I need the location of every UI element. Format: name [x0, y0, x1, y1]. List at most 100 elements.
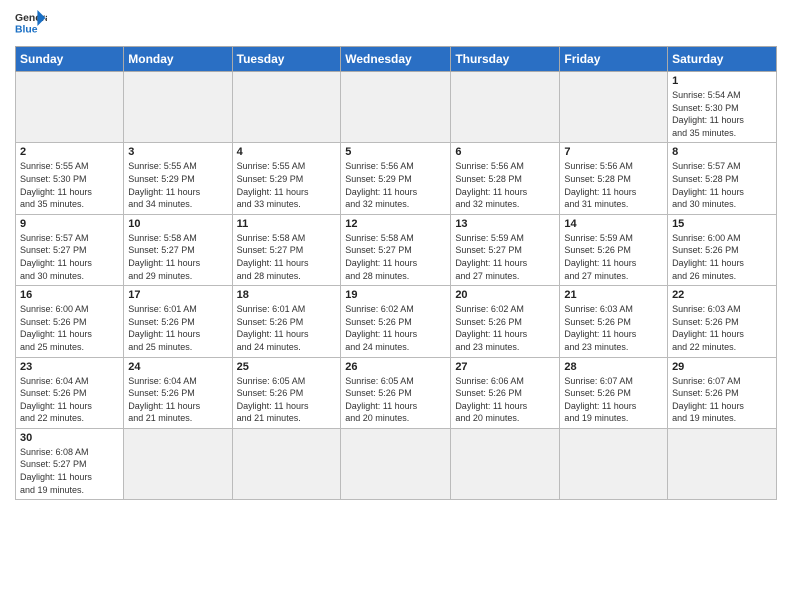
calendar-cell: 30 Sunrise: 6:08 AMSunset: 5:27 PMDayligh… [16, 428, 124, 499]
day-info: Sunrise: 6:01 AMSunset: 5:26 PMDaylight:… [237, 303, 337, 353]
day-number: 18 [237, 289, 337, 301]
day-number: 4 [237, 146, 337, 158]
calendar-table: SundayMondayTuesdayWednesdayThursdayFrid… [15, 46, 777, 500]
calendar-cell: 21Sunrise: 6:03 AMSunset: 5:26 PMDayligh… [560, 286, 668, 357]
calendar-cell: 5 Sunrise: 5:56 AMSunset: 5:29 PMDaylight… [341, 143, 451, 214]
day-info: Sunrise: 6:02 AMSunset: 5:26 PMDaylight:… [345, 303, 446, 353]
day-number: 1 [672, 75, 772, 87]
day-number: 8 [672, 146, 772, 158]
day-info: Sunrise: 5:56 AMSunset: 5:29 PMDaylight:… [345, 160, 446, 210]
day-number: 6 [455, 146, 555, 158]
calendar-cell: 8 Sunrise: 5:57 AMSunset: 5:28 PMDaylight… [668, 143, 777, 214]
day-info: Sunrise: 5:56 AMSunset: 5:28 PMDaylight:… [564, 160, 663, 210]
day-info: Sunrise: 6:07 AMSunset: 5:26 PMDaylight:… [672, 375, 772, 425]
day-info: Sunrise: 5:54 AMSunset: 5:30 PMDaylight:… [672, 89, 772, 139]
day-number: 24 [128, 361, 227, 373]
calendar-cell: 1 Sunrise: 5:54 AMSunset: 5:30 PMDaylight… [668, 72, 777, 143]
day-info: Sunrise: 5:57 AMSunset: 5:28 PMDaylight:… [672, 160, 772, 210]
calendar-cell [341, 428, 451, 499]
calendar-cell: 15Sunrise: 6:00 AMSunset: 5:26 PMDayligh… [668, 214, 777, 285]
calendar-cell: 10 Sunrise: 5:58 AMSunset: 5:27 PMDayligh… [124, 214, 232, 285]
day-number: 27 [455, 361, 555, 373]
day-number: 7 [564, 146, 663, 158]
day-info: Sunrise: 5:58 AMSunset: 5:27 PMDaylight:… [345, 232, 446, 282]
calendar-cell: 14Sunrise: 5:59 AMSunset: 5:26 PMDayligh… [560, 214, 668, 285]
calendar-cell: 4 Sunrise: 5:55 AMSunset: 5:29 PMDaylight… [232, 143, 341, 214]
day-number: 11 [237, 218, 337, 230]
weekday-header-wednesday: Wednesday [341, 47, 451, 72]
day-info: Sunrise: 5:55 AMSunset: 5:30 PMDaylight:… [20, 160, 119, 210]
day-number: 13 [455, 218, 555, 230]
day-info: Sunrise: 6:07 AMSunset: 5:26 PMDaylight:… [564, 375, 663, 425]
weekday-header-monday: Monday [124, 47, 232, 72]
calendar-cell: 24 Sunrise: 6:04 AMSunset: 5:26 PMDayligh… [124, 357, 232, 428]
day-info: Sunrise: 6:04 AMSunset: 5:26 PMDaylight:… [128, 375, 227, 425]
calendar-cell: 2Sunrise: 5:55 AMSunset: 5:30 PMDaylight… [16, 143, 124, 214]
calendar-week-row: 9 Sunrise: 5:57 AMSunset: 5:27 PMDaylight… [16, 214, 777, 285]
day-number: 9 [20, 218, 119, 230]
svg-text:Blue: Blue [15, 24, 38, 35]
day-info: Sunrise: 5:58 AMSunset: 5:27 PMDaylight:… [128, 232, 227, 282]
page-header: General Blue [15, 10, 777, 38]
day-number: 21 [564, 289, 663, 301]
day-info: Sunrise: 6:02 AMSunset: 5:26 PMDaylight:… [455, 303, 555, 353]
calendar-cell [451, 72, 560, 143]
calendar-week-row: 30 Sunrise: 6:08 AMSunset: 5:27 PMDayligh… [16, 428, 777, 499]
day-number: 25 [237, 361, 337, 373]
calendar-cell: 28 Sunrise: 6:07 AMSunset: 5:26 PMDayligh… [560, 357, 668, 428]
calendar-cell [124, 72, 232, 143]
calendar-cell: 12 Sunrise: 5:58 AMSunset: 5:27 PMDayligh… [341, 214, 451, 285]
calendar-cell: 25Sunrise: 6:05 AMSunset: 5:26 PMDayligh… [232, 357, 341, 428]
calendar-cell [341, 72, 451, 143]
logo: General Blue [15, 10, 47, 38]
day-info: Sunrise: 5:59 AMSunset: 5:27 PMDaylight:… [455, 232, 555, 282]
day-info: Sunrise: 5:59 AMSunset: 5:26 PMDaylight:… [564, 232, 663, 282]
calendar-cell: 9 Sunrise: 5:57 AMSunset: 5:27 PMDaylight… [16, 214, 124, 285]
calendar-cell: 18 Sunrise: 6:01 AMSunset: 5:26 PMDayligh… [232, 286, 341, 357]
day-info: Sunrise: 5:58 AMSunset: 5:27 PMDaylight:… [237, 232, 337, 282]
weekday-header-row: SundayMondayTuesdayWednesdayThursdayFrid… [16, 47, 777, 72]
calendar-cell: 26 Sunrise: 6:05 AMSunset: 5:26 PMDayligh… [341, 357, 451, 428]
day-number: 19 [345, 289, 446, 301]
day-info: Sunrise: 6:08 AMSunset: 5:27 PMDaylight:… [20, 446, 119, 496]
day-number: 12 [345, 218, 446, 230]
day-info: Sunrise: 5:55 AMSunset: 5:29 PMDaylight:… [237, 160, 337, 210]
calendar-cell [451, 428, 560, 499]
day-info: Sunrise: 6:04 AMSunset: 5:26 PMDaylight:… [20, 375, 119, 425]
calendar-cell: 17 Sunrise: 6:01 AMSunset: 5:26 PMDayligh… [124, 286, 232, 357]
calendar-cell [560, 72, 668, 143]
day-info: Sunrise: 6:03 AMSunset: 5:26 PMDaylight:… [672, 303, 772, 353]
calendar-cell: 7 Sunrise: 5:56 AMSunset: 5:28 PMDaylight… [560, 143, 668, 214]
day-number: 29 [672, 361, 772, 373]
day-number: 17 [128, 289, 227, 301]
calendar-cell: 29 Sunrise: 6:07 AMSunset: 5:26 PMDayligh… [668, 357, 777, 428]
calendar-cell: 19 Sunrise: 6:02 AMSunset: 5:26 PMDayligh… [341, 286, 451, 357]
day-info: Sunrise: 5:57 AMSunset: 5:27 PMDaylight:… [20, 232, 119, 282]
calendar-cell [560, 428, 668, 499]
calendar-cell: 3Sunrise: 5:55 AMSunset: 5:29 PMDaylight… [124, 143, 232, 214]
calendar-cell: 16Sunrise: 6:00 AMSunset: 5:26 PMDayligh… [16, 286, 124, 357]
day-number: 30 [20, 432, 119, 444]
day-info: Sunrise: 6:05 AMSunset: 5:26 PMDaylight:… [345, 375, 446, 425]
day-number: 28 [564, 361, 663, 373]
day-info: Sunrise: 6:01 AMSunset: 5:26 PMDaylight:… [128, 303, 227, 353]
day-info: Sunrise: 6:00 AMSunset: 5:26 PMDaylight:… [20, 303, 119, 353]
day-info: Sunrise: 5:55 AMSunset: 5:29 PMDaylight:… [128, 160, 227, 210]
day-info: Sunrise: 5:56 AMSunset: 5:28 PMDaylight:… [455, 160, 555, 210]
calendar-cell: 6 Sunrise: 5:56 AMSunset: 5:28 PMDaylight… [451, 143, 560, 214]
day-number: 26 [345, 361, 446, 373]
calendar-week-row: 2Sunrise: 5:55 AMSunset: 5:30 PMDaylight… [16, 143, 777, 214]
calendar-cell: 11 Sunrise: 5:58 AMSunset: 5:27 PMDayligh… [232, 214, 341, 285]
calendar-cell: 13 Sunrise: 5:59 AMSunset: 5:27 PMDayligh… [451, 214, 560, 285]
calendar-cell: 27 Sunrise: 6:06 AMSunset: 5:26 PMDayligh… [451, 357, 560, 428]
day-number: 5 [345, 146, 446, 158]
calendar-week-row: 16Sunrise: 6:00 AMSunset: 5:26 PMDayligh… [16, 286, 777, 357]
calendar-week-row: 23Sunrise: 6:04 AMSunset: 5:26 PMDayligh… [16, 357, 777, 428]
calendar-week-row: 1 Sunrise: 5:54 AMSunset: 5:30 PMDaylight… [16, 72, 777, 143]
day-number: 15 [672, 218, 772, 230]
calendar-cell [124, 428, 232, 499]
day-info: Sunrise: 6:06 AMSunset: 5:26 PMDaylight:… [455, 375, 555, 425]
day-number: 10 [128, 218, 227, 230]
calendar-cell: 23Sunrise: 6:04 AMSunset: 5:26 PMDayligh… [16, 357, 124, 428]
calendar-cell [232, 428, 341, 499]
